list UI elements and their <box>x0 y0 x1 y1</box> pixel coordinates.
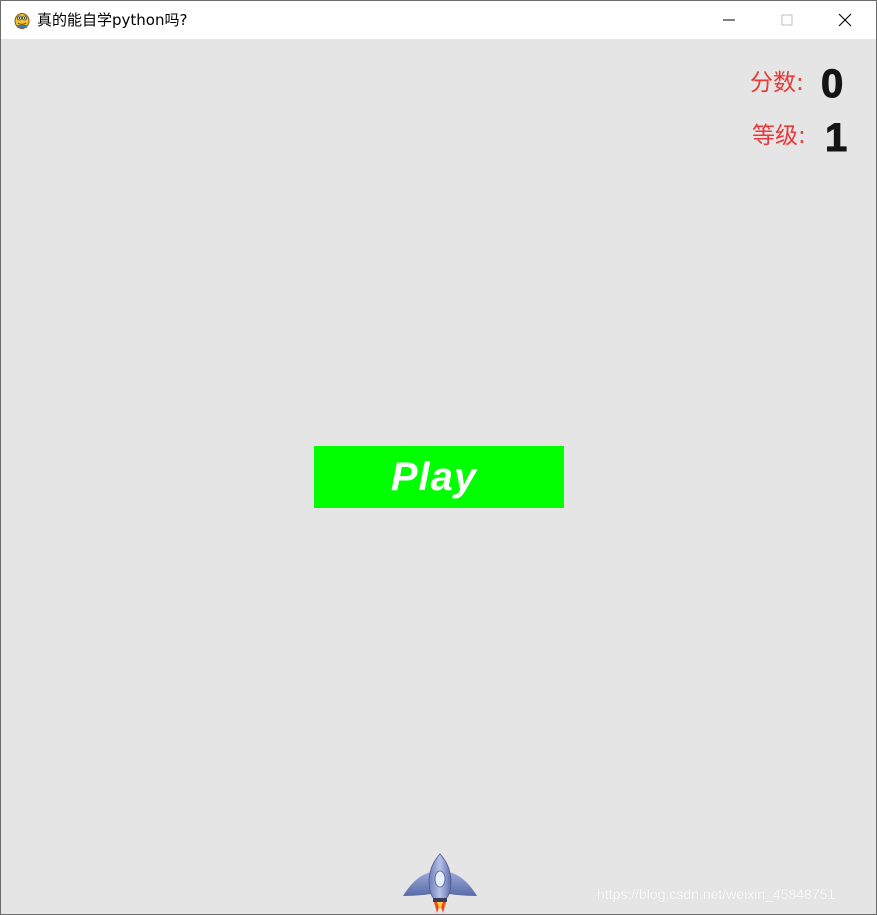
game-window: 真的能自学python吗? 分数: 0 等级: 1 Play https://b… <box>0 0 877 915</box>
minimize-button[interactable] <box>701 1 759 39</box>
score-value: 0 <box>820 62 844 107</box>
level-value: 1 <box>824 116 848 161</box>
play-button[interactable]: Play <box>314 446 564 508</box>
title-bar: 真的能自学python吗? <box>1 1 876 39</box>
pygame-snake-icon <box>12 10 32 30</box>
score-label: 分数: <box>750 70 804 96</box>
window-title: 真的能自学python吗? <box>37 11 188 29</box>
close-icon <box>838 13 852 27</box>
rocket-ship-icon <box>401 852 479 914</box>
minimize-icon <box>723 19 735 21</box>
maximize-icon <box>781 14 793 26</box>
level-label: 等级: <box>752 123 806 149</box>
play-button-label: Play <box>390 455 478 499</box>
watermark-text: https://blog.csdn.net/weixin_45848751 <box>597 886 836 902</box>
close-button[interactable] <box>817 1 875 39</box>
game-canvas[interactable]: 分数: 0 等级: 1 Play https://blog.csdn.net/w… <box>1 39 876 914</box>
maximize-button[interactable] <box>759 1 817 39</box>
